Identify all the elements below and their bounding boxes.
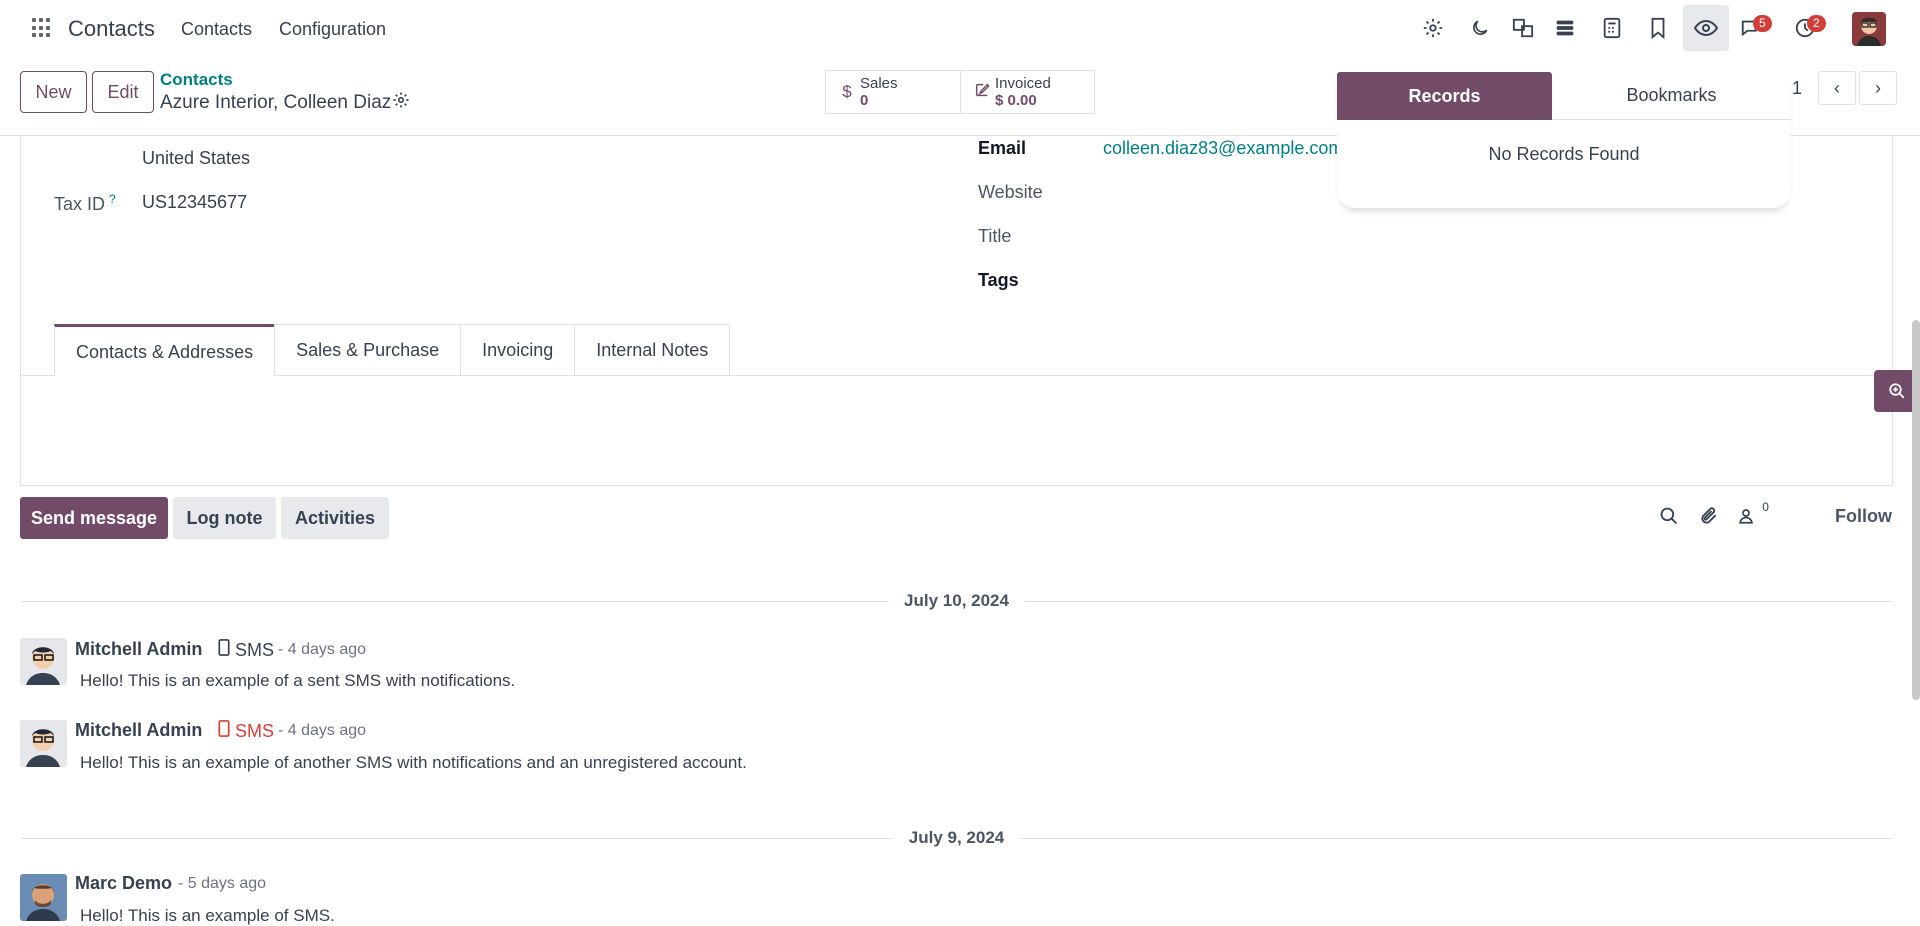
message-author[interactable]: Mitchell Admin xyxy=(75,720,202,741)
activities-badge: 2 xyxy=(1807,15,1826,32)
tab-internal-notes[interactable]: Internal Notes xyxy=(574,324,731,376)
avatar[interactable] xyxy=(20,874,67,921)
invoiced-value: $ 0.00 xyxy=(995,92,1037,109)
message-author[interactable]: Marc Demo xyxy=(75,873,172,894)
message-body: Hello! This is an example of another SMS… xyxy=(80,753,747,772)
sales-value: 0 xyxy=(860,92,869,109)
sales-label: Sales xyxy=(860,75,898,92)
sales-stat-button[interactable]: $ Sales 0 xyxy=(825,70,961,114)
pager-value[interactable]: 1 xyxy=(1792,78,1802,99)
avatar[interactable] xyxy=(20,720,67,767)
message-body: Hello! This is an example of SMS. xyxy=(80,906,335,925)
tab-contacts-addresses[interactable]: Contacts & Addresses xyxy=(54,324,276,376)
pencil-square-icon xyxy=(969,82,995,103)
follow-button[interactable]: Follow xyxy=(1835,506,1892,527)
dark-mode-moon-icon[interactable] xyxy=(1462,10,1498,46)
activities-clock-icon[interactable]: 2 xyxy=(1787,10,1826,46)
messages-icon[interactable]: 5 xyxy=(1733,10,1772,46)
paperclip-icon[interactable] xyxy=(1699,506,1719,532)
message-author[interactable]: Mitchell Admin xyxy=(75,639,202,660)
bookmark-icon[interactable] xyxy=(1640,10,1676,46)
messages-badge: 5 xyxy=(1753,15,1772,32)
settings-gear-icon[interactable] xyxy=(1415,10,1451,46)
tax-id-label: Tax ID? xyxy=(54,192,116,214)
switch-database-icon[interactable] xyxy=(1547,10,1583,46)
pager-previous-chevron-left-icon[interactable]: ‹ xyxy=(1818,71,1856,105)
app-name[interactable]: Contacts xyxy=(68,16,155,42)
eye-icon[interactable] xyxy=(1683,5,1729,51)
new-button[interactable]: New xyxy=(20,71,87,113)
sms-type[interactable]: SMS xyxy=(218,639,274,661)
tab-invoicing[interactable]: Invoicing xyxy=(460,324,576,376)
message-time: - 4 days ago xyxy=(278,722,367,739)
menu-configuration[interactable]: Configuration xyxy=(279,19,386,40)
invoiced-label: Invoiced xyxy=(995,75,1051,92)
activities-button[interactable]: Activities xyxy=(281,497,389,539)
mobile-phone-icon xyxy=(218,639,230,656)
mobile-phone-error-icon xyxy=(218,720,230,737)
date-label: July 10, 2024 xyxy=(888,591,1025,611)
tags-label: Tags xyxy=(978,270,1019,290)
followers-count: 0 xyxy=(1762,499,1769,514)
user-avatar[interactable] xyxy=(1852,12,1886,46)
pager-next-chevron-right-icon[interactable]: › xyxy=(1859,71,1897,105)
message-body: Hello! This is an example of a sent SMS … xyxy=(80,671,516,690)
no-records-message: No Records Found xyxy=(1488,144,1640,164)
translate-icon[interactable] xyxy=(1505,10,1541,46)
email-link[interactable]: colleen.diaz83@example.com xyxy=(1103,138,1338,159)
apps-menu-icon[interactable] xyxy=(32,18,52,38)
message-time: - 4 days ago xyxy=(278,641,367,658)
avatar[interactable] xyxy=(20,638,67,685)
invoiced-stat-button[interactable]: Invoiced $ 0.00 xyxy=(960,70,1095,114)
log-note-button[interactable]: Log note xyxy=(173,497,276,539)
calculator-icon[interactable] xyxy=(1594,10,1630,46)
title-label: Title xyxy=(978,226,1012,246)
record-actions-gear-icon[interactable] xyxy=(392,91,410,115)
followers-user-icon[interactable]: 0 xyxy=(1737,500,1769,532)
record-name: Azure Interior, Colleen Diaz xyxy=(160,92,392,113)
top-navbar: Contacts Contacts Configuration 5 2 xyxy=(0,0,1920,58)
notebook-tabs: Contacts & Addresses Sales & Purchase In… xyxy=(54,324,731,376)
edit-button[interactable]: Edit xyxy=(92,71,154,113)
menu-contacts[interactable]: Contacts xyxy=(181,19,252,40)
email-label: Email xyxy=(978,138,1027,158)
date-separator: July 10, 2024 xyxy=(20,591,1893,611)
tab-sales-purchase[interactable]: Sales & Purchase xyxy=(274,324,462,376)
date-separator: July 9, 2024 xyxy=(20,828,1893,848)
sms-type-error[interactable]: SMS xyxy=(218,720,274,742)
country-value[interactable]: United States xyxy=(142,148,250,169)
date-label: July 9, 2024 xyxy=(892,828,1021,848)
tab-records[interactable]: Records xyxy=(1337,72,1552,120)
tab-bookmarks[interactable]: Bookmarks xyxy=(1552,72,1791,120)
tax-id-help-tooltip[interactable]: ? xyxy=(109,192,116,206)
message-time: - 5 days ago xyxy=(178,875,267,892)
page-scrollbar[interactable] xyxy=(1912,320,1920,700)
send-message-button[interactable]: Send message xyxy=(20,497,168,539)
website-label: Website xyxy=(978,182,1043,202)
dollar-icon: $ xyxy=(842,82,852,101)
breadcrumb-contacts[interactable]: Contacts xyxy=(160,70,233,90)
tax-id-value[interactable]: US12345677 xyxy=(142,192,247,213)
records-bookmarks-popup: Records Bookmarks No Records Found xyxy=(1337,72,1791,208)
search-icon[interactable] xyxy=(1659,506,1679,532)
